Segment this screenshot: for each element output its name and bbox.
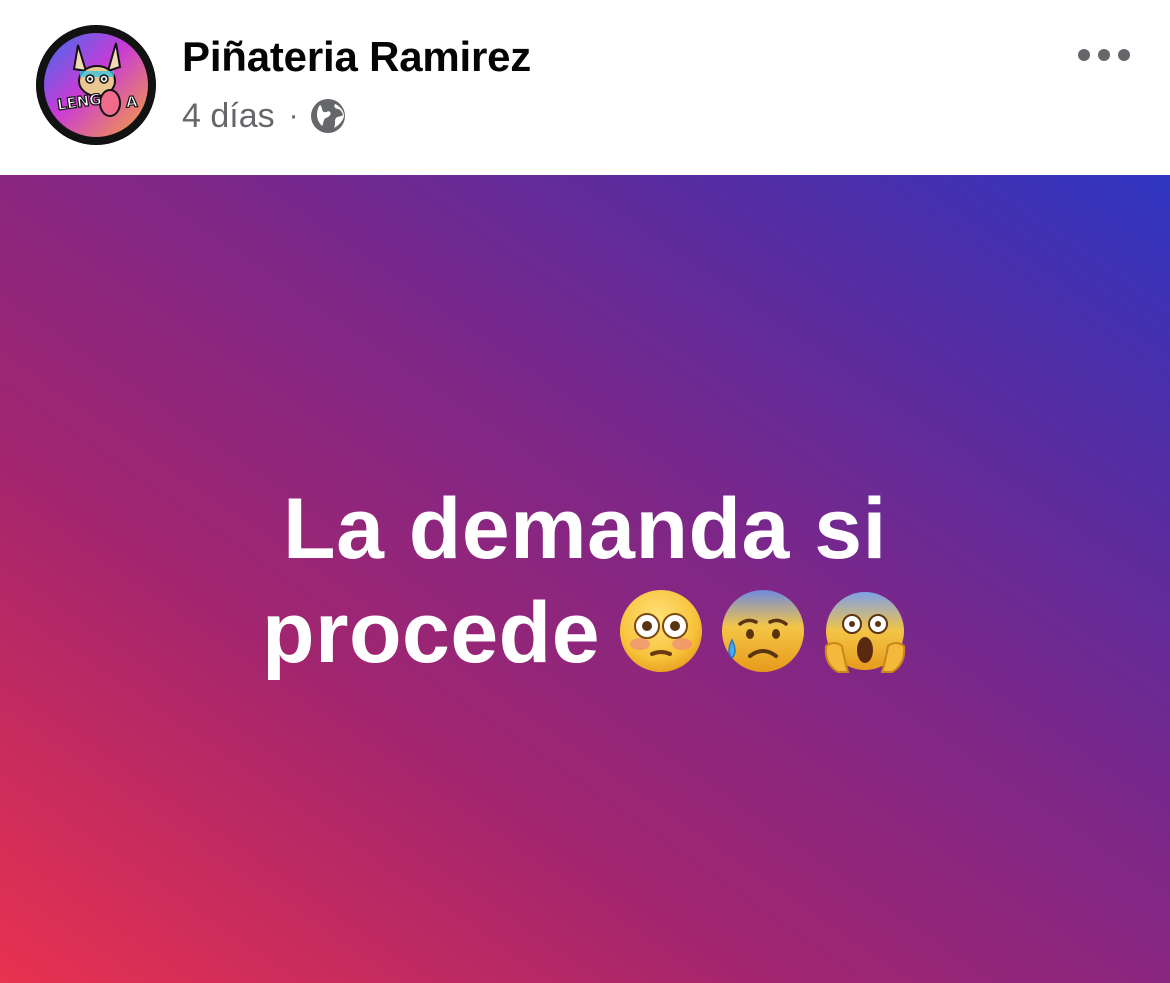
status-line-1: La demanda si: [283, 481, 887, 577]
page-avatar[interactable]: LENG A: [36, 25, 156, 145]
globe-icon[interactable]: [309, 97, 347, 135]
facebook-post: LENG A Piñateria Ramirez 4 días · La dem…: [0, 0, 1170, 983]
svg-text:A: A: [125, 93, 138, 112]
status-line-2: procede: [261, 585, 601, 681]
emoji-row: [618, 588, 908, 674]
status-text: La demanda si procede: [0, 477, 1170, 685]
anxious-face-with-sweat-icon: [722, 590, 805, 673]
avatar-logo-icon: LENG A: [36, 25, 156, 145]
face-screaming-in-fear-icon: [824, 592, 906, 674]
status-line-2-wrap: procede: [0, 581, 1170, 685]
more-options-icon[interactable]: [1074, 38, 1134, 72]
post-header: LENG A Piñateria Ramirez 4 días ·: [0, 0, 1170, 175]
meta-separator: ·: [288, 99, 299, 132]
post-timestamp[interactable]: 4 días: [182, 97, 275, 136]
flushed-face-icon: [620, 590, 703, 673]
page-name-link[interactable]: Piñateria Ramirez: [182, 33, 531, 81]
status-background: La demanda si procede: [0, 175, 1170, 983]
post-meta: 4 días ·: [182, 94, 347, 138]
